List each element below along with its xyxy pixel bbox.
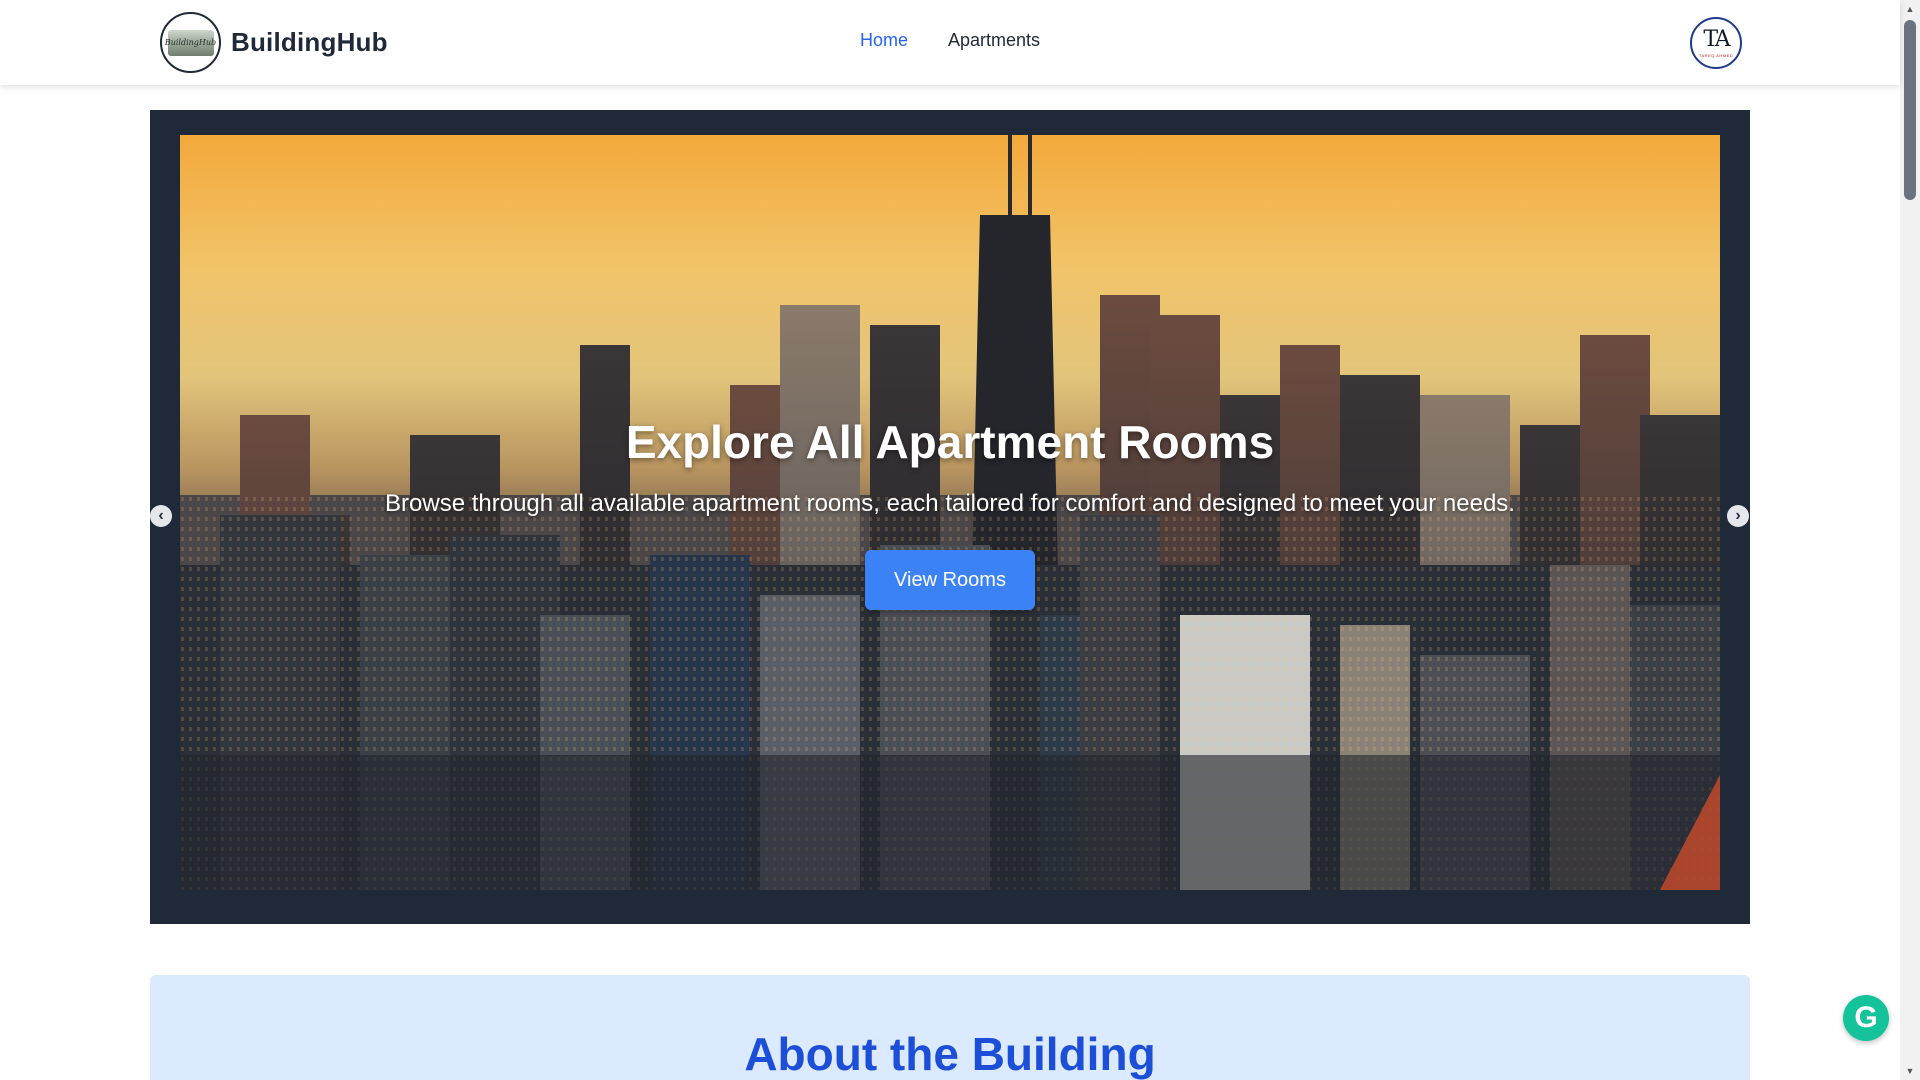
brand-logo-text: BuildingHub bbox=[165, 29, 216, 56]
carousel-next-button[interactable]: › bbox=[1727, 505, 1749, 527]
chevron-left-icon: ‹ bbox=[158, 507, 164, 524]
hero-slide-image: Explore All Apartment Rooms Browse throu… bbox=[180, 135, 1720, 890]
scroll-down-arrow-icon[interactable]: ▼ bbox=[1900, 1062, 1920, 1080]
navbar: BuildingHub BuildingHub Home Apartments … bbox=[0, 0, 1900, 85]
avatar-subtext: TAREQ AHMED bbox=[1698, 52, 1734, 58]
nav-link-home[interactable]: Home bbox=[860, 30, 908, 51]
chevron-right-icon: › bbox=[1735, 507, 1741, 524]
grammarly-glyph: G bbox=[1854, 1001, 1878, 1034]
nav-link-apartments[interactable]: Apartments bbox=[948, 30, 1040, 51]
brand-logo: BuildingHub bbox=[160, 12, 221, 73]
hero-carousel: Explore All Apartment Rooms Browse throu… bbox=[150, 110, 1750, 1029]
brand-link[interactable]: BuildingHub BuildingHub bbox=[160, 12, 388, 73]
about-section: About the Building bbox=[150, 975, 1750, 1080]
user-avatar[interactable]: TA TAREQ AHMED bbox=[1690, 17, 1742, 69]
main-nav: Home Apartments bbox=[860, 30, 1040, 51]
view-rooms-button[interactable]: View Rooms bbox=[865, 550, 1035, 610]
brand-name: BuildingHub bbox=[231, 27, 388, 57]
scrollbar-thumb[interactable] bbox=[1904, 20, 1916, 200]
scroll-up-arrow-icon[interactable]: ▲ bbox=[1900, 0, 1920, 18]
about-title: About the Building bbox=[744, 1028, 1156, 1080]
grammarly-icon[interactable]: G bbox=[1843, 995, 1889, 1041]
hero-subtitle: Browse through all available apartment r… bbox=[385, 490, 1515, 517]
page: BuildingHub BuildingHub Home Apartments … bbox=[0, 0, 1920, 1080]
avatar-initials: TA bbox=[1703, 26, 1730, 52]
hero-content: Explore All Apartment Rooms Browse throu… bbox=[180, 135, 1720, 890]
page-scrollbar[interactable]: ▲ ▼ bbox=[1900, 0, 1920, 1080]
hero-title: Explore All Apartment Rooms bbox=[625, 416, 1275, 468]
carousel-prev-button[interactable]: ‹ bbox=[150, 505, 172, 527]
